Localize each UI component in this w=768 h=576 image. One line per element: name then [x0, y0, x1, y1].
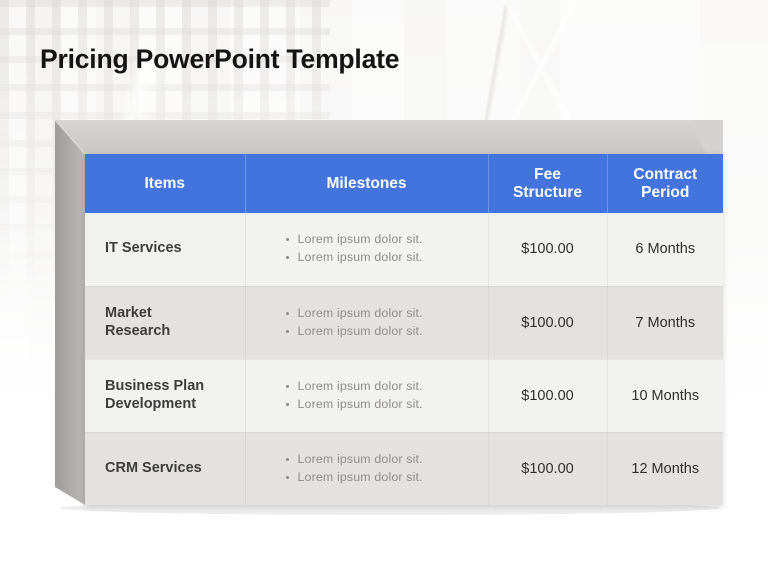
- column-header-fee-structure[interactable]: Fee Structure: [488, 154, 608, 213]
- cell-contract-period: 12 Months: [607, 432, 723, 505]
- milestone-item: Lorem ipsum dolor sit.: [284, 323, 488, 341]
- column-header-milestones[interactable]: Milestones: [245, 154, 489, 213]
- milestone-list: Lorem ipsum dolor sit. Lorem ipsum dolor…: [284, 231, 488, 267]
- cell-item: CRM Services: [85, 432, 246, 505]
- cell-item: Market Research: [85, 286, 246, 360]
- column-header-period-line1: Contract: [633, 165, 698, 183]
- cell-milestones: Lorem ipsum dolor sit. Lorem ipsum dolor…: [245, 359, 489, 433]
- item-label-line2: Research: [105, 322, 171, 339]
- cell-item: Business Plan Development: [85, 359, 246, 433]
- page-title: Pricing PowerPoint Template: [40, 44, 400, 74]
- table-row[interactable]: Business Plan Development Lorem ipsum do…: [85, 359, 723, 433]
- block-left-face: [55, 120, 85, 505]
- cell-contract-period: 10 Months: [607, 359, 723, 433]
- table-header-row: Items Milestones Fee Structure Contract …: [85, 154, 723, 213]
- table-row[interactable]: IT Services Lorem ipsum dolor sit. Lorem…: [85, 213, 723, 287]
- milestone-list: Lorem ipsum dolor sit. Lorem ipsum dolor…: [284, 305, 488, 341]
- column-header-items[interactable]: Items: [85, 154, 246, 213]
- cell-fee: $100.00: [488, 432, 608, 505]
- cell-milestones: Lorem ipsum dolor sit. Lorem ipsum dolor…: [245, 286, 489, 360]
- pricing-table-container: Items Milestones Fee Structure Contract …: [85, 154, 723, 505]
- cell-contract-period: 7 Months: [607, 286, 723, 360]
- milestone-item: Lorem ipsum dolor sit.: [284, 305, 488, 323]
- item-label-line2: Development: [105, 395, 197, 412]
- table-row[interactable]: CRM Services Lorem ipsum dolor sit. Lore…: [85, 432, 723, 505]
- milestone-item: Lorem ipsum dolor sit.: [284, 378, 488, 396]
- table-row[interactable]: Market Research Lorem ipsum dolor sit. L…: [85, 286, 723, 360]
- pricing-table: Items Milestones Fee Structure Contract …: [85, 154, 723, 505]
- column-header-period-line2: Period: [641, 183, 690, 201]
- column-header-contract-period[interactable]: Contract Period: [607, 154, 723, 213]
- table-header: Items Milestones Fee Structure Contract …: [85, 154, 723, 213]
- slide-canvas: Pricing PowerPoint Template Items Milest…: [0, 0, 768, 576]
- table-body: IT Services Lorem ipsum dolor sit. Lorem…: [85, 213, 723, 505]
- cell-item: IT Services: [85, 213, 246, 287]
- milestone-item: Lorem ipsum dolor sit.: [284, 396, 488, 414]
- block-top-face: [55, 120, 723, 154]
- milestone-list: Lorem ipsum dolor sit. Lorem ipsum dolor…: [284, 378, 488, 414]
- item-label-line1: Business Plan: [105, 377, 205, 394]
- milestone-item: Lorem ipsum dolor sit.: [284, 451, 488, 469]
- item-label-line1: IT Services: [105, 240, 182, 257]
- milestone-item: Lorem ipsum dolor sit.: [284, 231, 488, 249]
- column-header-fee-line1: Fee: [534, 165, 561, 183]
- milestone-list: Lorem ipsum dolor sit. Lorem ipsum dolor…: [284, 451, 488, 487]
- milestone-item: Lorem ipsum dolor sit.: [284, 249, 488, 267]
- cell-fee: $100.00: [488, 286, 608, 360]
- cell-milestones: Lorem ipsum dolor sit. Lorem ipsum dolor…: [245, 432, 489, 505]
- item-label-line1: Market: [105, 304, 152, 321]
- column-header-fee-line2: Structure: [513, 183, 582, 201]
- cell-fee: $100.00: [488, 213, 608, 287]
- cell-contract-period: 6 Months: [607, 213, 723, 287]
- cell-fee: $100.00: [488, 359, 608, 433]
- cell-milestones: Lorem ipsum dolor sit. Lorem ipsum dolor…: [245, 213, 489, 287]
- item-label-line1: CRM Services: [105, 459, 202, 476]
- milestone-item: Lorem ipsum dolor sit.: [284, 469, 488, 487]
